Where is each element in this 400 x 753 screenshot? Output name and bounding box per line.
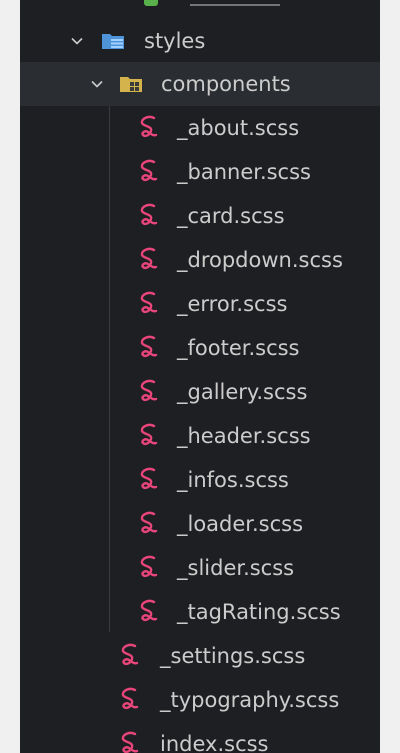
folder-styles-icon — [100, 28, 126, 54]
chevron-down-icon[interactable] — [88, 75, 106, 93]
folder-components-icon — [118, 71, 144, 97]
tree-file[interactable]: _infos.scss — [20, 458, 380, 502]
tree-item-label: _gallery.scss — [177, 380, 308, 404]
sass-icon — [136, 291, 162, 317]
tree-item-label: _typography.scss — [160, 688, 340, 712]
tree-item-label: styles — [144, 29, 206, 53]
tree-file[interactable]: _loader.scss — [20, 502, 380, 546]
tree-item-label: _about.scss — [177, 116, 300, 140]
sass-icon — [136, 159, 162, 185]
tree-item-label: _loader.scss — [177, 512, 304, 536]
tree-item-label: index.scss — [160, 732, 269, 753]
tree-file[interactable]: _slider.scss — [20, 546, 380, 590]
sass-icon — [136, 203, 162, 229]
tree-folder-styles[interactable]: styles — [20, 19, 380, 63]
tree-file[interactable]: _about.scss — [20, 106, 380, 150]
tree-item-label: _slider.scss — [177, 556, 295, 580]
tree-item-label: _error.scss — [177, 292, 288, 316]
tree-file[interactable]: _card.scss — [20, 194, 380, 238]
tree-file[interactable]: _settings.scss — [20, 634, 380, 678]
sass-icon — [136, 467, 162, 493]
tree-file[interactable]: _dropdown.scss — [20, 238, 380, 282]
sass-icon — [136, 335, 162, 361]
tree-file[interactable]: _typography.scss — [20, 678, 380, 722]
tree-item-label: _dropdown.scss — [177, 248, 343, 272]
tree-item-label: _settings.scss — [160, 644, 306, 668]
tree-file[interactable]: _header.scss — [20, 414, 380, 458]
tree-file[interactable]: _tagRating.scss — [20, 590, 380, 634]
chevron-down-icon[interactable] — [68, 32, 86, 50]
clipped-item-label — [190, 0, 280, 6]
tree-folder-components[interactable]: components — [20, 62, 380, 106]
tree-file[interactable]: _footer.scss — [20, 326, 380, 370]
tree-item-label: components — [161, 72, 291, 96]
sass-icon — [136, 555, 162, 581]
tree-item-label: _card.scss — [177, 204, 285, 228]
tree-item-label: _tagRating.scss — [177, 600, 341, 624]
sass-icon — [117, 731, 143, 753]
tree-item-label: _banner.scss — [177, 160, 311, 184]
sass-icon — [136, 511, 162, 537]
clipped-item-icon — [144, 0, 158, 6]
sass-icon — [136, 423, 162, 449]
clipped-tree-item — [20, 0, 380, 10]
tree-item-label: _footer.scss — [177, 336, 300, 360]
tree-file[interactable]: _error.scss — [20, 282, 380, 326]
sass-icon — [136, 247, 162, 273]
tree-item-label: _infos.scss — [177, 468, 289, 492]
sass-icon — [136, 599, 162, 625]
sass-icon — [136, 115, 162, 141]
tree-file[interactable]: index.scss — [20, 722, 380, 753]
tree-item-label: _header.scss — [177, 424, 311, 448]
file-explorer: styles components _about.scss _banner.sc… — [20, 0, 380, 753]
sass-icon — [136, 379, 162, 405]
sass-icon — [117, 643, 143, 669]
sass-icon — [117, 687, 143, 713]
tree-file[interactable]: _banner.scss — [20, 150, 380, 194]
tree-file[interactable]: _gallery.scss — [20, 370, 380, 414]
